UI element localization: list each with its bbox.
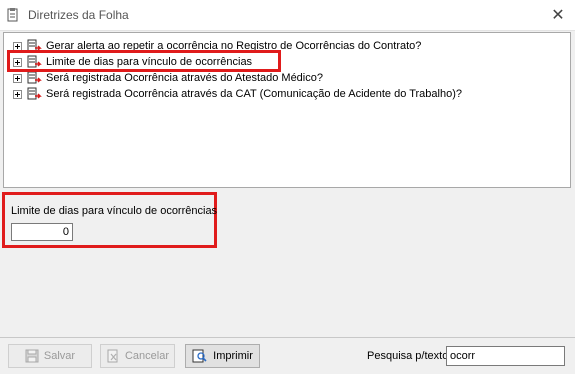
limit-days-label: Limite de dias para vínculo de ocorrênci…: [11, 205, 218, 217]
search-label: Pesquisa p/texto:: [367, 350, 452, 362]
close-button[interactable]: ✕: [541, 0, 575, 30]
expand-icon[interactable]: [13, 89, 22, 99]
tree-item-label: Será registrada Ocorrência através da CA…: [46, 88, 462, 100]
print-preview-icon: [192, 349, 207, 363]
cancel-document-icon: [107, 349, 118, 363]
print-button-label: Imprimir: [213, 350, 253, 362]
limit-days-input[interactable]: [11, 223, 73, 241]
tree-item-label: Será registrada Ocorrência através do At…: [46, 72, 323, 84]
divider: [0, 337, 575, 338]
search-input[interactable]: [446, 346, 565, 366]
document-arrow-icon: [27, 87, 42, 100]
app-icon: [7, 8, 18, 22]
cancel-button[interactable]: Cancelar: [100, 344, 175, 368]
tree-item[interactable]: Será registrada Ocorrência através do At…: [13, 70, 323, 86]
tree-item[interactable]: Será registrada Ocorrência através da CA…: [13, 86, 462, 102]
floppy-disk-icon: [25, 349, 39, 363]
save-button-label: Salvar: [43, 350, 76, 362]
title-bar: Diretrizes da Folha ✕: [0, 0, 575, 31]
highlight-box: [7, 50, 281, 72]
document-arrow-icon: [27, 71, 42, 84]
close-icon: ✕: [551, 7, 565, 24]
cancel-button-label: Cancelar: [124, 350, 170, 362]
print-button[interactable]: Imprimir: [185, 344, 260, 368]
window-title: Diretrizes da Folha: [28, 8, 129, 22]
expand-icon[interactable]: [13, 73, 22, 83]
dialog-window: Diretrizes da Folha ✕ Gerar alerta ao re…: [0, 0, 575, 374]
save-button[interactable]: Salvar: [8, 344, 92, 368]
